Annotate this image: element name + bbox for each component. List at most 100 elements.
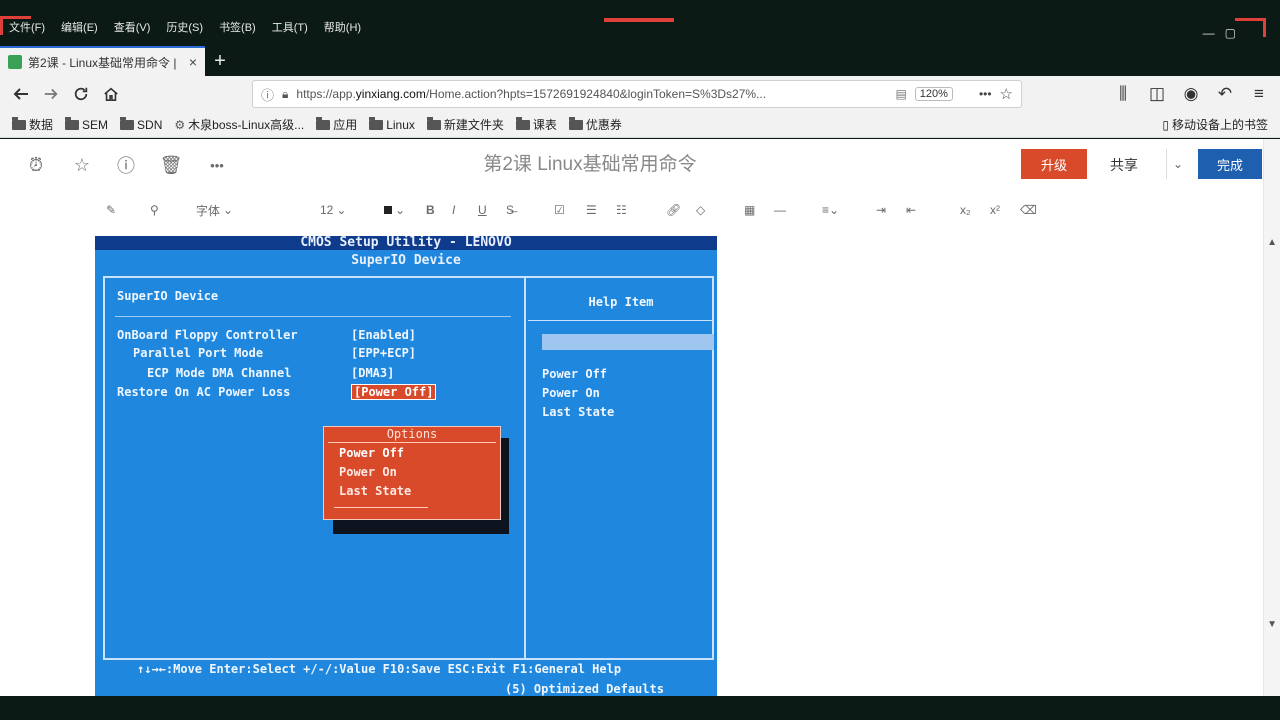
note-title[interactable]: 第2课 Linux基础常用命令 xyxy=(440,149,740,176)
url-path: /Home.action?hpts=1572691924840&loginTok… xyxy=(425,87,767,101)
menu-tools[interactable]: 工具(T) xyxy=(269,18,311,36)
horizontal-rule-icon[interactable]: — xyxy=(774,201,786,219)
home-icon xyxy=(104,87,118,102)
url-domain: yinxiang.com xyxy=(355,87,426,101)
bios-subtitle: SuperIO Device xyxy=(351,253,461,268)
menu-view[interactable]: 查看(V) xyxy=(111,18,154,36)
insert-icon[interactable]: ✎ xyxy=(106,201,116,219)
upgrade-button[interactable]: 升级 xyxy=(1021,149,1087,179)
font-size-dropdown[interactable]: 12 ⌄ xyxy=(320,201,346,219)
scroll-up-icon[interactable]: ▲ xyxy=(1267,237,1277,248)
bios-setting-value: [DMA3] xyxy=(351,366,395,380)
superscript-icon[interactable]: x² xyxy=(990,201,1000,219)
mobile-bookmarks[interactable]: ▯ 移动设备上的书签 xyxy=(1162,116,1268,133)
zoom-level[interactable]: 120% xyxy=(914,87,953,101)
toolbar-right: ⫼ ◫ ◉ ↶ ≡ xyxy=(1108,79,1274,109)
account-icon[interactable]: ◉ xyxy=(1176,79,1206,109)
menu-hamburger-icon[interactable]: ≡ xyxy=(1244,79,1274,109)
font-family-dropdown[interactable]: 字体 ⌄ xyxy=(196,201,233,219)
note-toolbar: ⏰︎ ☆ ⓘ 🗑︎ ••• 第2课 Linux基础常用命令 升级 共享 ⌄ 完成 xyxy=(0,139,1264,191)
sidebar-icon[interactable]: ◫ xyxy=(1142,79,1172,109)
tab-title: 第2课 - Linux基础常用命令 | xyxy=(28,55,177,70)
bookmark-item[interactable]: 新建文件夹 xyxy=(426,116,504,133)
bios-setting-label: ECP Mode DMA Channel xyxy=(147,366,292,380)
bookmark-item[interactable]: 课表 xyxy=(515,116,557,133)
menu-bookmarks[interactable]: 书签(B) xyxy=(216,18,259,36)
reload-button[interactable] xyxy=(66,79,96,109)
strikethrough-icon[interactable]: S̶ xyxy=(506,201,514,219)
link-icon[interactable]: 🔗︎ xyxy=(666,201,681,219)
lock-icon[interactable]: 🔒︎ xyxy=(282,87,288,102)
back-button[interactable] xyxy=(6,79,36,109)
underline-icon[interactable]: U xyxy=(478,201,487,219)
highlight-icon[interactable]: ◇ xyxy=(696,201,705,219)
close-tab-icon[interactable]: × xyxy=(189,54,197,70)
indent-icon[interactable]: ⇥ xyxy=(876,201,886,219)
bookmark-item[interactable]: 优惠券 xyxy=(568,116,622,133)
info-icon[interactable]: ⓘ xyxy=(261,85,274,104)
page-scrollbar[interactable] xyxy=(1263,139,1280,696)
subscript-icon[interactable]: x₂ xyxy=(960,201,971,219)
bookmark-label: 移动设备上的书签 xyxy=(1171,118,1268,132)
bookmark-item[interactable]: 数据 xyxy=(12,116,53,133)
font-size-value: 12 xyxy=(320,203,334,217)
bookmark-item[interactable]: SDN xyxy=(120,116,163,132)
bios-divider xyxy=(524,276,526,660)
bullet-list-icon[interactable]: ☰ xyxy=(586,201,597,219)
url-text[interactable]: https://app.yinxiang.com/Home.action?hpt… xyxy=(296,87,887,101)
folder-icon xyxy=(515,116,530,130)
format-toolbar: ✎ ⚲ 字体 ⌄ 12 ⌄ ⌄ B I U S̶ ☑ ☰ ☷ 🔗︎ ◇ ▦ — ≡⌄… xyxy=(0,197,1264,223)
share-dropdown-chevron-icon[interactable]: ⌄ xyxy=(1166,149,1189,179)
star-icon[interactable]: ☆ xyxy=(68,151,96,179)
forward-button[interactable] xyxy=(36,79,66,109)
more-options-icon[interactable]: ••• xyxy=(203,151,231,179)
reminder-alarm-icon[interactable]: ⏰︎ xyxy=(22,151,50,179)
attachment-icon[interactable]: ⚲ xyxy=(150,201,159,219)
folder-icon xyxy=(316,116,331,130)
trash-icon[interactable]: 🗑︎ xyxy=(157,151,185,179)
chevron-down-icon: ⌄ xyxy=(336,203,347,217)
bold-icon[interactable]: B xyxy=(426,201,435,219)
table-icon[interactable]: ▦ xyxy=(744,201,755,219)
folder-icon xyxy=(568,116,583,130)
evernote-favicon-icon xyxy=(8,55,22,69)
bookmark-item[interactable]: Linux xyxy=(369,116,415,132)
info-icon[interactable]: ⓘ xyxy=(112,151,140,179)
bookmark-label: 应用 xyxy=(333,118,358,132)
align-icon[interactable]: ≡⌄ xyxy=(822,201,839,219)
tab-bar: 第2课 - Linux基础常用命令 | × + xyxy=(0,46,1280,76)
option-item: Power Off xyxy=(339,446,405,460)
bookmark-label: SDN xyxy=(137,117,163,132)
outdent-icon[interactable]: ⇤ xyxy=(906,201,916,219)
library-icon[interactable]: ⫼ xyxy=(1108,79,1138,109)
share-button[interactable]: 共享 xyxy=(1110,155,1138,175)
text-color-icon[interactable]: ⌄ xyxy=(384,201,405,219)
menu-file[interactable]: 文件(F) xyxy=(6,18,48,36)
done-button[interactable]: 完成 xyxy=(1198,149,1262,179)
bookmark-star-icon[interactable]: ☆ xyxy=(1000,85,1013,103)
bios-help-title: Help Item xyxy=(588,295,654,309)
home-button[interactable] xyxy=(96,79,126,109)
bios-section-title: SuperIO Device xyxy=(117,289,219,303)
new-tab-button[interactable]: + xyxy=(205,46,235,76)
options-popup: Options Power Off Power On Last State xyxy=(323,426,501,520)
menu-help[interactable]: 帮助(H) xyxy=(321,18,364,36)
bookmark-label: 新建文件夹 xyxy=(443,118,504,132)
page-actions-icon[interactable]: ••• xyxy=(979,87,992,101)
scroll-down-icon[interactable]: ▼ xyxy=(1267,619,1277,630)
bookmark-item[interactable]: ⚙ 木泉boss-Linux高级... xyxy=(174,116,304,133)
bookmark-item[interactable]: SEM xyxy=(65,116,108,132)
clear-format-icon[interactable]: ⌫ xyxy=(1020,201,1037,219)
menu-history[interactable]: 历史(S) xyxy=(163,18,206,36)
bookmark-item[interactable]: 应用 xyxy=(316,116,357,133)
browser-tab[interactable]: 第2课 - Linux基础常用命令 | × xyxy=(0,46,205,76)
checkbox-icon[interactable]: ☑ xyxy=(554,201,565,219)
undo-icon[interactable]: ↶ xyxy=(1210,79,1240,109)
numbered-list-icon[interactable]: ☷ xyxy=(616,201,627,219)
address-bar[interactable]: ⓘ 🔒︎ https://app.yinxiang.com/Home.actio… xyxy=(252,80,1022,108)
reader-icon[interactable]: ▤ xyxy=(895,87,906,101)
chevron-down-icon: ⌄ xyxy=(223,203,234,217)
bios-setting-value-selected: [Power Off] xyxy=(351,384,437,400)
menu-edit[interactable]: 编辑(E) xyxy=(58,18,101,36)
italic-icon[interactable]: I xyxy=(452,201,455,219)
